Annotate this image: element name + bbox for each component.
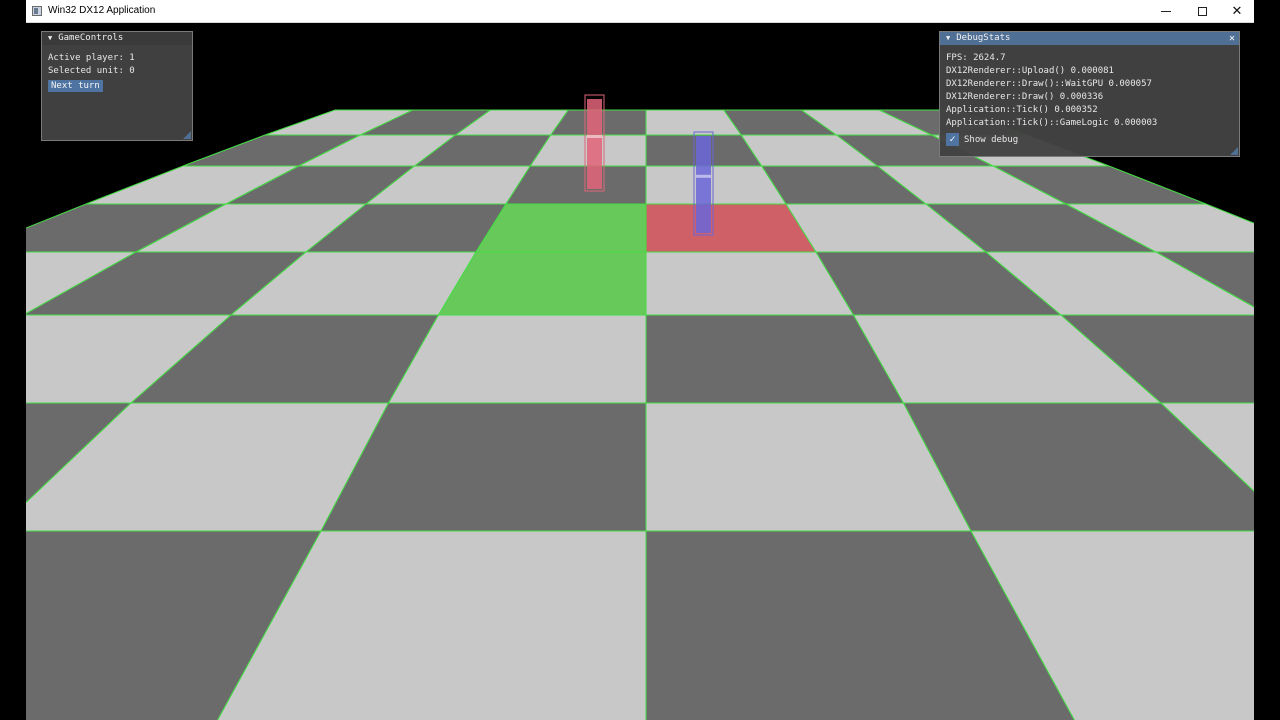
resize-grip-icon[interactable] bbox=[183, 131, 191, 139]
checkmark-icon: ✓ bbox=[949, 134, 956, 145]
minimize-button[interactable] bbox=[1148, 0, 1184, 23]
show-debug-checkbox[interactable]: ✓ bbox=[946, 133, 959, 146]
window-titlebar: Win32 DX12 Application ✕ bbox=[26, 0, 1254, 23]
stat-line: FPS: 2624.7 bbox=[946, 53, 1006, 63]
app-icon bbox=[32, 6, 42, 16]
minimize-icon bbox=[1161, 11, 1171, 12]
move-highlight-tile[interactable] bbox=[475, 203, 647, 253]
close-icon: ✕ bbox=[1231, 4, 1243, 19]
show-debug-label: Show debug bbox=[964, 135, 1019, 145]
game-controls-header[interactable]: ▼ GameControls bbox=[42, 32, 192, 45]
maximize-icon bbox=[1197, 7, 1207, 16]
watermark-line-1: Activate Windows bbox=[1163, 684, 1253, 700]
maximize-button[interactable] bbox=[1184, 0, 1220, 23]
selected-unit-text: Selected unit: 0 bbox=[48, 66, 135, 76]
debug-stats-title: DebugStats bbox=[956, 33, 1011, 43]
red-unit-stripe bbox=[587, 135, 602, 138]
activate-windows-watermark: Activate Windows Go to Settings to activ… bbox=[1163, 684, 1253, 713]
game-controls-panel: ▼ GameControls Active player: 1 Selected… bbox=[41, 31, 193, 141]
board-tile[interactable] bbox=[505, 165, 647, 205]
watermark-line-2: Go to Settings to activate Windows. bbox=[1163, 702, 1253, 713]
game-controls-title: GameControls bbox=[58, 33, 124, 43]
next-turn-button[interactable]: Next turn bbox=[48, 80, 103, 92]
close-button[interactable]: ✕ bbox=[1219, 0, 1255, 23]
debug-stats-header[interactable]: ▼ DebugStats ✕ bbox=[940, 32, 1239, 45]
stat-line: DX12Renderer::Draw()::WaitGPU 0.000057 bbox=[946, 79, 1152, 89]
debug-stats-panel: ▼ DebugStats ✕ FPS: 2624.7 DX12Renderer:… bbox=[939, 31, 1240, 157]
red-unit bbox=[587, 99, 602, 189]
resize-grip-icon[interactable] bbox=[1230, 147, 1238, 155]
window-title: Win32 DX12 Application bbox=[48, 5, 156, 16]
close-icon[interactable]: ✕ bbox=[1229, 32, 1235, 45]
blue-unit bbox=[696, 136, 711, 233]
stat-line: DX12Renderer::Upload() 0.000081 bbox=[946, 66, 1114, 76]
stat-line: Application::Tick()::GameLogic 0.000003 bbox=[946, 118, 1158, 128]
stat-line: DX12Renderer::Draw() 0.000336 bbox=[946, 92, 1104, 102]
collapse-arrow-icon[interactable]: ▼ bbox=[48, 32, 52, 45]
collapse-arrow-icon[interactable]: ▼ bbox=[946, 32, 950, 45]
blue-unit-stripe bbox=[696, 174, 711, 178]
active-player-text: Active player: 1 bbox=[48, 53, 135, 63]
stat-line: Application::Tick() 0.000352 bbox=[946, 105, 1098, 115]
